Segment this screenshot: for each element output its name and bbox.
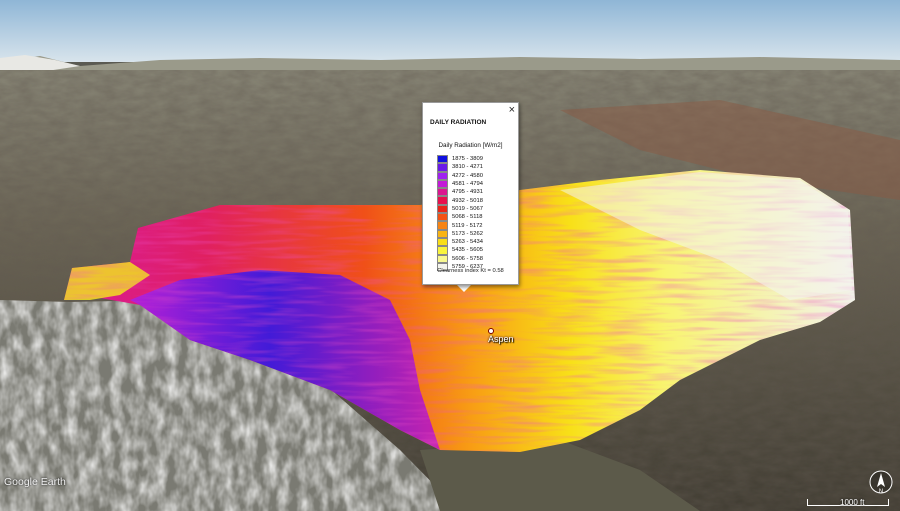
legend-swatch xyxy=(437,196,448,205)
legend-label: 5435 - 5605 xyxy=(452,247,483,254)
legend-swatch xyxy=(437,221,448,230)
close-icon[interactable]: × xyxy=(509,104,515,116)
info-popup: × DAILY RADIATION Daily Radiation [W/m2]… xyxy=(422,102,519,285)
compass-letter: N xyxy=(879,489,883,495)
legend-swatch xyxy=(437,229,448,238)
legend-label: 4272 - 4580 xyxy=(452,172,483,179)
legend-row: 5173 - 5262 xyxy=(437,229,483,238)
legend-row: 5019 - 5067 xyxy=(437,204,483,214)
legend-swatch xyxy=(437,155,448,164)
legend-row: 1875 - 3809 xyxy=(437,155,483,164)
legend-row: 3810 - 4271 xyxy=(437,163,483,172)
legend-label: 4581 - 4794 xyxy=(452,181,483,188)
legend-swatch xyxy=(437,254,448,263)
legend-swatch xyxy=(437,204,448,214)
legend-label: 5019 - 5067 xyxy=(452,205,483,212)
legend-swatch xyxy=(437,213,448,222)
legend-row: 4795 - 4931 xyxy=(437,188,483,197)
legend-swatch xyxy=(437,246,448,255)
place-label[interactable]: Aspen xyxy=(488,334,514,344)
legend-label: 5173 - 5262 xyxy=(452,230,483,237)
legend-swatch xyxy=(437,237,448,247)
legend-label: 5263 - 5434 xyxy=(452,239,483,246)
legend-label: 4932 - 5018 xyxy=(452,197,483,204)
legend-swatch xyxy=(437,179,448,189)
legend-swatch xyxy=(437,171,448,180)
legend-row: 5435 - 5605 xyxy=(437,246,483,255)
legend-label: 5606 - 5758 xyxy=(452,255,483,262)
scale-label: 1000 ft xyxy=(840,498,865,507)
attribution-label: Google Earth xyxy=(4,476,66,488)
legend-row: 5068 - 5118 xyxy=(437,213,483,222)
legend-row: 4581 - 4794 xyxy=(437,179,483,189)
popup-title: DAILY RADIATION xyxy=(430,119,487,126)
legend-row: 5606 - 5758 xyxy=(437,254,483,263)
legend-heading: Daily Radiation [W/m2] xyxy=(438,142,503,149)
clearness-index: Clearness index Kt = 0.58 xyxy=(437,268,504,274)
legend-row: 4932 - 5018 xyxy=(437,196,483,205)
legend-label: 5119 - 5172 xyxy=(452,222,483,229)
legend-row: 5119 - 5172 xyxy=(437,221,483,230)
legend-swatch xyxy=(437,188,448,197)
legend-row: 4272 - 4580 xyxy=(437,171,483,180)
legend-label: 4795 - 4931 xyxy=(452,189,483,196)
compass-icon[interactable]: N xyxy=(868,469,894,495)
legend-row: 5263 - 5434 xyxy=(437,237,483,247)
legend-label: 5068 - 5118 xyxy=(452,214,483,221)
legend: 1875 - 3809 3810 - 4271 4272 - 4580 4581 - … xyxy=(437,155,483,272)
legend-label: 3810 - 4271 xyxy=(452,164,483,171)
legend-label: 1875 - 3809 xyxy=(452,156,483,163)
legend-swatch xyxy=(437,163,448,172)
